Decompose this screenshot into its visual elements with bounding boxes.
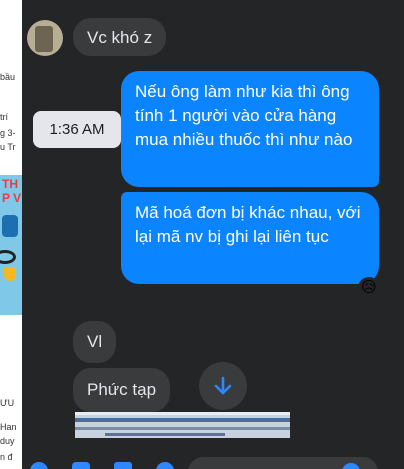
message-bubble-incoming[interactable]: Phức tạp (73, 368, 171, 412)
image-attachment[interactable] (75, 412, 290, 438)
sad-reaction-icon[interactable]: 😥 (358, 277, 380, 299)
message-bubble-incoming[interactable]: Vl (73, 321, 117, 363)
screenshot-detail (75, 427, 290, 430)
timestamp-tooltip: 1:36 AM (33, 111, 121, 148)
background-text: ƯU (0, 398, 15, 408)
background-text: n đ (0, 452, 13, 462)
sticker-icon[interactable] (114, 462, 132, 469)
message-bubble-incoming[interactable]: Vc khó z (73, 18, 167, 56)
plus-circle-icon[interactable] (30, 462, 48, 469)
arrow-down-icon (214, 376, 232, 395)
background-thumbnail: TH P V (0, 175, 22, 315)
contact-avatar[interactable] (27, 20, 63, 56)
message-bubble-outgoing[interactable]: Mã hoá đơn bị khác nhau, với lại mã nv b… (121, 192, 379, 284)
background-text: trí (0, 112, 8, 122)
background-webpage: bầu trí g 3- u Tr TH P V ƯU Han duy n đ (0, 0, 22, 469)
background-text: Han (0, 422, 17, 432)
background-text: duy (0, 436, 15, 446)
composer-bar (22, 455, 404, 469)
mascot-glasses (0, 250, 16, 264)
screenshot-detail (75, 418, 290, 422)
background-text: g 3- (0, 128, 16, 138)
chat-panel: Vc khó z Nếu ông làm như kia thì ông tín… (22, 0, 404, 469)
image-icon[interactable] (72, 462, 90, 469)
gif-icon[interactable] (156, 462, 174, 469)
background-text: u Tr (0, 142, 16, 152)
screenshot-detail (105, 433, 225, 436)
thumbnail-text: TH (2, 177, 18, 191)
mascot-beak (4, 267, 16, 281)
mascot-body (2, 215, 18, 237)
thumbnail-text: P V (2, 191, 22, 205)
avatar-image (35, 26, 53, 52)
scroll-to-bottom-button[interactable] (199, 362, 247, 410)
message-bubble-outgoing[interactable]: Nếu ông làm như kia thì ông tính 1 người… (121, 71, 379, 187)
background-text: bầu (0, 72, 16, 82)
